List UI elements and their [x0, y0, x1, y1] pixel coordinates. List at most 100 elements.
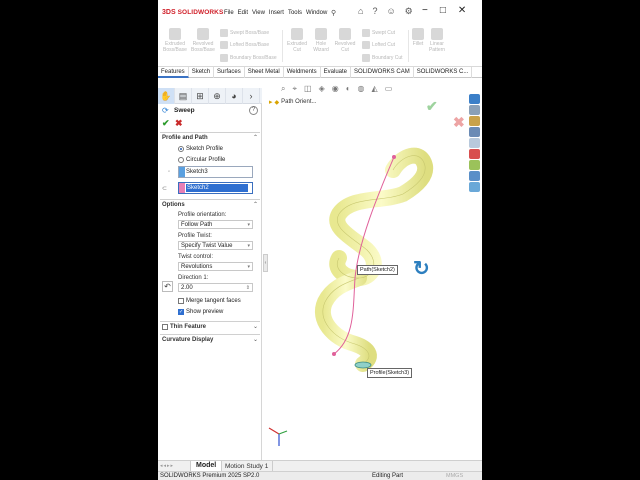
swept-boss-button[interactable]: Swept Boss/Base: [220, 29, 269, 37]
lofted-cut-button[interactable]: Lofted Cut: [362, 41, 395, 49]
reverse-direction-icon[interactable]: ↶: [162, 281, 173, 292]
feature-tree-flyout[interactable]: ▸ ◆ Path Orient...: [269, 98, 317, 106]
pin-menu-icon[interactable]: ⚲: [331, 9, 336, 17]
tab-model[interactable]: Model: [190, 461, 223, 471]
close-button[interactable]: ✕: [458, 5, 466, 16]
maximize-button[interactable]: □: [440, 5, 446, 16]
curvature-display-section[interactable]: Curvature Display ⌄: [160, 334, 260, 344]
feature-manager-icon[interactable]: ✋: [158, 88, 175, 104]
settings-icon[interactable]: ⚙: [405, 6, 413, 17]
tab-sheet-metal[interactable]: Sheet Metal: [245, 67, 284, 78]
lofted-boss-button[interactable]: Lofted Boss/Base: [220, 41, 269, 49]
more-icon[interactable]: ›: [243, 88, 260, 104]
menu-view[interactable]: View: [252, 10, 265, 16]
display-style-icon[interactable]: ◉: [332, 84, 339, 94]
solidworks-forum-icon[interactable]: [469, 160, 480, 170]
direction-value-spinner[interactable]: 2.00 ⇕: [178, 283, 253, 292]
path-endpoint[interactable]: [392, 155, 396, 159]
confirm-corner-ok-icon[interactable]: ✔: [426, 98, 438, 115]
zoom-area-icon[interactable]: ⌖: [292, 84, 297, 94]
user-icon[interactable]: ☺: [386, 6, 395, 17]
tab-surfaces[interactable]: Surfaces: [214, 67, 245, 78]
panel-collapse-handle[interactable]: ‹: [263, 254, 268, 272]
tab-sketch[interactable]: Sketch: [189, 67, 215, 78]
path-selection-box[interactable]: Sketch2: [178, 182, 253, 194]
menu-tools[interactable]: Tools: [288, 10, 302, 16]
profile-callout[interactable]: Profile(Sketch3): [367, 368, 413, 378]
property-manager-icon[interactable]: ▤: [175, 88, 192, 104]
appearances-icon[interactable]: [469, 138, 480, 148]
home-icon[interactable]: ⌂: [358, 6, 363, 17]
section-view-icon[interactable]: ◫: [304, 84, 312, 94]
view-palette-icon[interactable]: [469, 127, 480, 137]
collapse-icon[interactable]: ⌃: [253, 201, 258, 208]
confirm-corner-cancel-icon[interactable]: ✖: [453, 114, 465, 131]
solidworks-resources-icon[interactable]: [469, 94, 480, 104]
graphics-area[interactable]: ⌕ ⌖ ◫ ◈ ◉ ◐ ◍ ◭ ▭ ▸ ◆ Path Orient... ✔ ✖: [263, 78, 482, 460]
menu-window[interactable]: Window: [306, 10, 327, 16]
menu-insert[interactable]: Insert: [269, 10, 284, 16]
appearance-icon[interactable]: ◕: [226, 88, 243, 104]
file-explorer-icon[interactable]: [469, 116, 480, 126]
view-orientation-icon[interactable]: ◈: [319, 84, 325, 94]
extruded-cut-button[interactable]: Extruded Cut: [284, 28, 310, 53]
dimxpert-icon[interactable]: ⊕: [209, 88, 226, 104]
twist-control-select[interactable]: Revolutions ▾: [178, 262, 253, 271]
ok-button[interactable]: ✔: [162, 118, 170, 129]
fillet-button[interactable]: Fillet: [410, 28, 426, 47]
zoom-to-fit-icon[interactable]: ⌕: [281, 84, 285, 94]
help-icon[interactable]: ?: [372, 6, 377, 17]
menu-file[interactable]: File: [224, 10, 234, 16]
thin-feature-checkbox[interactable]: Thin Feature: [162, 324, 206, 330]
rotate-handle-icon[interactable]: ↻: [413, 256, 430, 281]
boundary-cut-button[interactable]: Boundary Cut: [362, 54, 403, 62]
appearance-edit-icon[interactable]: ◍: [358, 84, 365, 94]
collapse-icon[interactable]: ⌃: [253, 134, 258, 141]
boundary-boss-button[interactable]: Boundary Boss/Base: [220, 54, 277, 62]
configuration-manager-icon[interactable]: ⊞: [192, 88, 209, 104]
cancel-button[interactable]: ✖: [175, 118, 183, 129]
expand-icon[interactable]: ⌄: [253, 323, 258, 330]
circular-profile-radio[interactable]: Circular Profile: [178, 157, 225, 163]
options-section[interactable]: Options ⌃: [160, 199, 260, 209]
profile-and-path-section[interactable]: Profile and Path ⌃: [160, 132, 260, 142]
menu-edit[interactable]: Edit: [238, 10, 248, 16]
profile-twist-select[interactable]: Specify Twist Value ▾: [178, 241, 253, 250]
hole-wizard-button[interactable]: Hole Wizard: [309, 28, 333, 53]
path-endpoint[interactable]: [332, 352, 336, 356]
tab-evaluate[interactable]: Evaluate: [321, 67, 352, 78]
spinner-arrows-icon[interactable]: ⇕: [246, 284, 250, 292]
tab-scroll-icon[interactable]: ◂◂▸▸: [160, 463, 174, 469]
task-pane: [469, 94, 481, 192]
sketch-profile-radio[interactable]: Sketch Profile: [178, 146, 223, 152]
linear-pattern-button[interactable]: Linear Pattern: [426, 28, 448, 53]
merge-tangent-checkbox[interactable]: Merge tangent faces: [178, 298, 241, 304]
profile-selection-box[interactable]: Sketch3: [178, 166, 253, 178]
task-scheduler-icon[interactable]: [469, 182, 480, 192]
view-settings-icon[interactable]: ▭: [385, 84, 393, 94]
design-library-icon[interactable]: [469, 105, 480, 115]
path-callout[interactable]: Path(Sketch2): [357, 265, 398, 275]
minimize-button[interactable]: −: [422, 5, 428, 16]
tab-features[interactable]: Features: [158, 67, 189, 78]
show-preview-checkbox[interactable]: ✓ Show preview: [178, 309, 223, 315]
tab-motion-study[interactable]: Motion Study 1: [221, 461, 274, 471]
hide-show-icon[interactable]: ◐: [346, 84, 351, 94]
tab-solidworks-c[interactable]: SOLIDWORKS C...: [414, 67, 473, 78]
revolved-cut-button[interactable]: Revolved Cut: [332, 28, 358, 53]
app-logo[interactable]: 3DS SOLIDWORKS: [162, 9, 223, 16]
swept-cut-button[interactable]: Swept Cut: [362, 29, 395, 37]
expand-icon[interactable]: ⌄: [253, 336, 258, 343]
tab-weldments[interactable]: Weldments: [284, 67, 321, 78]
3dexperience-icon[interactable]: [469, 171, 480, 181]
help-button[interactable]: ?: [249, 106, 258, 115]
units-text[interactable]: MMGS: [446, 473, 463, 479]
scene-icon[interactable]: ◭: [372, 84, 378, 94]
tab-solidworks-cam[interactable]: SOLIDWORKS CAM: [351, 67, 414, 78]
revolved-boss-button[interactable]: Revolved Boss/Base: [188, 28, 218, 53]
extruded-boss-button[interactable]: Extruded Boss/Base: [160, 28, 190, 53]
custom-properties-icon[interactable]: [469, 149, 480, 159]
path-color-swatch: [179, 183, 185, 193]
thin-feature-section[interactable]: Thin Feature ⌄: [160, 321, 260, 333]
profile-orientation-select[interactable]: Follow Path ▾: [178, 220, 253, 229]
